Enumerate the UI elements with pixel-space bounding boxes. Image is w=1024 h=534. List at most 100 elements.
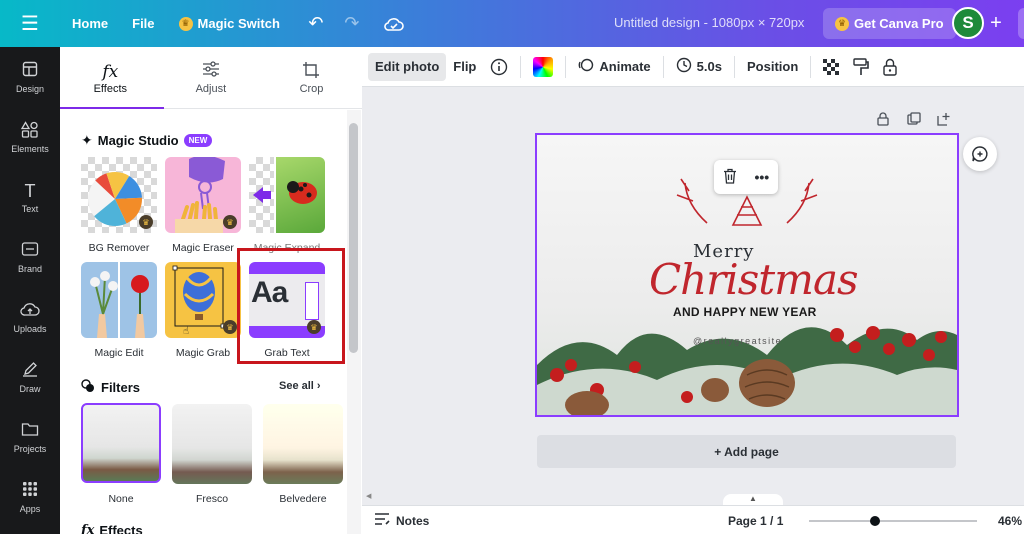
duration-button[interactable]: 5.0s	[669, 53, 729, 81]
animate-label: Animate	[599, 59, 651, 74]
comment-icon[interactable]	[963, 137, 997, 171]
rail-item-design[interactable]: Design	[0, 47, 60, 107]
add-page-button[interactable]: + Add page	[537, 435, 956, 468]
chevron-up-icon: ▲	[749, 494, 757, 503]
zoom-slider-handle[interactable]	[869, 516, 880, 526]
chevron-right-icon: ›	[316, 380, 321, 392]
rail-label: Draw	[19, 383, 41, 394]
rail-label: Projects	[13, 443, 47, 454]
add-page-icon[interactable]	[937, 112, 951, 129]
rail-label: Text	[21, 203, 39, 214]
transparency-icon[interactable]	[816, 53, 846, 81]
christmas-text[interactable]: Christmas	[649, 255, 859, 304]
context-toolbar: Edit photo Flip Animate 5.0s Position	[362, 47, 1024, 87]
rail-item-uploads[interactable]: Uploads	[0, 287, 60, 347]
tool-label: BG Remover	[88, 242, 150, 254]
filters-icon	[81, 379, 95, 396]
position-button[interactable]: Position	[740, 53, 805, 81]
flip-button[interactable]: Flip	[446, 53, 483, 81]
clock-icon	[676, 57, 692, 76]
menu-icon[interactable]: ☰	[0, 0, 60, 47]
magic-eraser-tile[interactable]: ♛	[165, 157, 241, 233]
flowers-image	[90, 262, 149, 338]
share-button[interactable]	[1018, 8, 1024, 39]
notes-button[interactable]: Notes	[374, 513, 429, 528]
avatar[interactable]: S	[952, 7, 984, 39]
sliders-icon	[202, 60, 220, 83]
rail-item-brand[interactable]: Brand	[0, 227, 60, 287]
handle-text[interactable]: @reallygreatsite	[693, 336, 782, 346]
tab-label: Crop	[299, 82, 324, 95]
more-options-icon[interactable]: •••	[754, 169, 769, 185]
fx-icon: fx	[102, 61, 119, 82]
crown-icon: ♛	[139, 215, 153, 229]
divider	[520, 55, 522, 78]
page-indicator[interactable]: Page 1 / 1	[728, 514, 783, 528]
filter-fresco[interactable]	[172, 404, 252, 484]
cloud-upload-icon	[20, 301, 40, 321]
magic-studio-title: Magic Studio	[97, 133, 179, 148]
zoom-slider-track[interactable]	[809, 520, 977, 522]
bg-remover-tile[interactable]: ♛	[81, 157, 157, 233]
rail-item-apps[interactable]: Apps	[0, 467, 60, 527]
get-canva-pro-label: Get Canva Pro	[854, 16, 944, 31]
pen-icon	[22, 361, 38, 381]
divider	[565, 55, 567, 78]
magic-expand-tile[interactable]	[249, 157, 325, 233]
brand-icon	[21, 241, 39, 261]
home-button[interactable]: Home	[60, 8, 120, 40]
magic-switch-label: Magic Switch	[197, 16, 280, 31]
undo-icon[interactable]: ↶	[298, 8, 334, 40]
scroll-left-arrow[interactable]: ◀	[366, 492, 371, 500]
magic-switch-button[interactable]: ♛ Magic Switch	[167, 8, 292, 40]
info-icon[interactable]	[483, 53, 515, 81]
rail-label: Brand	[17, 263, 43, 274]
top-bar: ☰ Home File ♛ Magic Switch ↶ ↷ Untitled …	[0, 0, 1024, 47]
rail-item-draw[interactable]: Draw	[0, 347, 60, 407]
lock-page-icon[interactable]	[877, 112, 889, 129]
file-menu-button[interactable]: File	[120, 8, 166, 40]
magic-edit-tile[interactable]	[81, 262, 157, 338]
color-picker-button[interactable]	[526, 53, 560, 81]
crown-icon: ♛	[835, 16, 849, 31]
animate-button[interactable]: Animate	[571, 53, 657, 81]
tab-crop[interactable]: Crop	[261, 47, 362, 108]
tab-adjust[interactable]: Adjust	[161, 47, 262, 108]
crown-icon: ♛	[223, 215, 237, 229]
lock-icon[interactable]	[876, 53, 904, 81]
cloud-saved-icon[interactable]	[376, 8, 412, 40]
effects-title: Effects	[99, 523, 143, 534]
filter-none[interactable]	[81, 403, 161, 483]
subtitle-text[interactable]: AND HAPPY NEW YEAR	[673, 305, 817, 319]
effects-heading: fx Effects	[81, 523, 143, 534]
trash-icon[interactable]	[723, 168, 737, 187]
duration-label: 5.0s	[696, 59, 722, 74]
rail-item-elements[interactable]: Elements	[0, 107, 60, 167]
rail-item-projects[interactable]: Projects	[0, 407, 60, 467]
see-all-link[interactable]: See all ›	[279, 380, 321, 392]
tab-effects[interactable]: fx Effects	[60, 47, 164, 109]
tool-label: Magic Edit	[94, 347, 144, 359]
get-canva-pro-button[interactable]: ♛ Get Canva Pro	[823, 8, 956, 39]
zoom-value[interactable]: 46%	[998, 514, 1022, 528]
duplicate-page-icon[interactable]	[907, 112, 921, 129]
left-rail: Design Elements T Text Brand Uploads Dra…	[0, 47, 60, 534]
plus-icon[interactable]: +	[986, 11, 1006, 35]
redo-icon[interactable]: ↷	[334, 8, 370, 40]
rainbow-swatch-icon	[533, 56, 554, 77]
magic-grab-tile[interactable]: ☝ ♛	[165, 262, 241, 338]
highlight-box	[237, 248, 345, 364]
crop-icon	[302, 61, 320, 83]
animate-icon	[578, 57, 594, 76]
filter-belvedere[interactable]	[263, 404, 343, 484]
edit-photo-button[interactable]: Edit photo	[368, 52, 447, 81]
rail-item-text[interactable]: T Text	[0, 167, 60, 227]
divider	[810, 55, 812, 78]
design-title[interactable]: Untitled design - 1080px × 720px	[614, 15, 804, 30]
copy-style-icon[interactable]	[846, 53, 876, 81]
divider	[733, 55, 735, 78]
tab-label: Adjust	[195, 82, 227, 95]
bottom-bar: Notes Page 1 / 1 46%	[362, 505, 1024, 534]
panel-scrollbar-thumb[interactable]	[349, 123, 358, 353]
filters-heading: Filters	[81, 379, 140, 396]
